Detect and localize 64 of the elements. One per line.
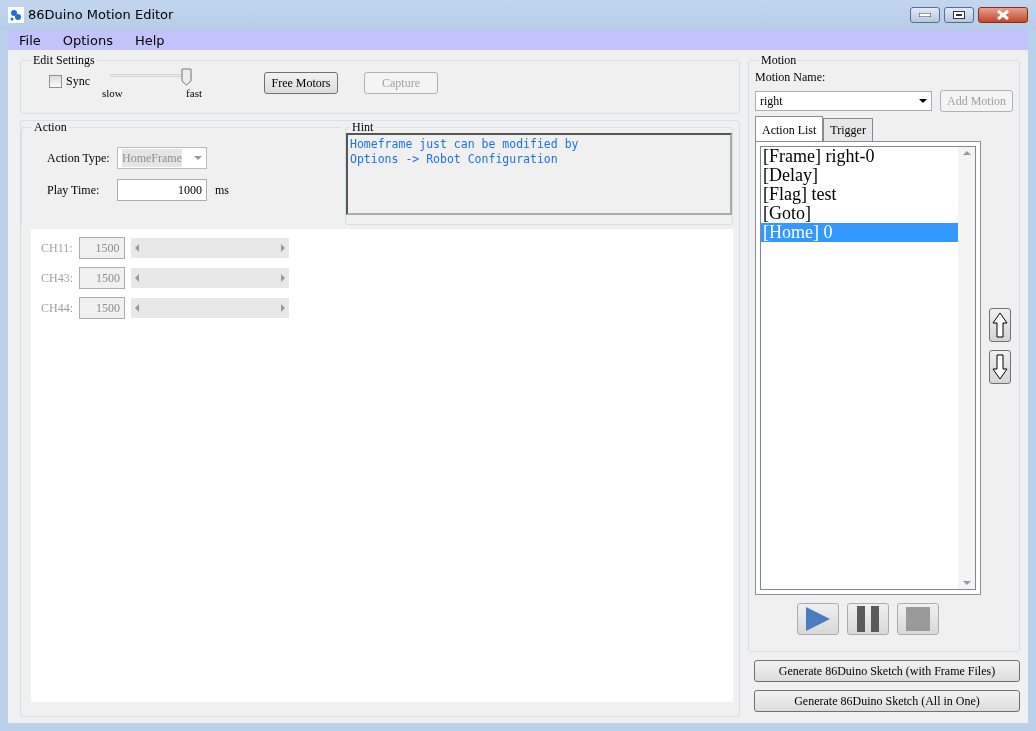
play-icon — [805, 606, 831, 632]
stop-button[interactable] — [897, 603, 939, 635]
generate-sketch-button[interactable]: Generate 86Duino Sketch (All in One) — [754, 690, 1020, 712]
motion-name-dropdown[interactable]: right — [755, 91, 932, 111]
dropdown-arrow-icon — [919, 99, 927, 103]
play-button[interactable] — [797, 603, 839, 635]
channel-label: CH11: — [41, 240, 73, 257]
scroll-left-icon — [134, 244, 139, 252]
group-title: Action — [33, 121, 68, 133]
play-time-field[interactable]: 1000 — [117, 179, 207, 201]
channel-label: CH43: — [41, 270, 73, 287]
menu-item[interactable]: Options — [51, 30, 124, 50]
app-logo-icon — [8, 7, 24, 23]
scroll-down-icon — [962, 581, 971, 585]
close-icon — [997, 10, 1009, 20]
move-up-button[interactable] — [989, 308, 1011, 342]
scroll-right-icon — [281, 274, 285, 282]
hint-text: Homeframe just can be modified by Options -> Robot Configuration — [346, 133, 732, 215]
action-list-item[interactable]: [Delay] — [761, 166, 958, 185]
free-motors-button[interactable]: Free Motors — [264, 72, 338, 94]
scroll-left-icon — [135, 304, 139, 312]
channel-scrollbar[interactable] — [131, 268, 289, 288]
scroll-up-icon — [962, 151, 971, 155]
maximize-button[interactable] — [944, 7, 974, 23]
list-scrollbar[interactable] — [958, 147, 975, 589]
group-title: Edit Settings — [32, 54, 96, 66]
action-list-item[interactable]: [Flag] test — [761, 185, 958, 204]
group-title: Hint — [351, 121, 375, 133]
channel-label: CH44: — [41, 300, 73, 317]
action-list-item[interactable]: [Goto] — [761, 204, 958, 223]
stop-icon — [906, 607, 930, 631]
close-button[interactable] — [978, 7, 1028, 23]
sync-checkbox[interactable] — [49, 74, 62, 88]
down-arrow-icon — [992, 354, 1008, 380]
fast-label: fast — [186, 88, 202, 99]
pause-button[interactable] — [847, 603, 889, 635]
action-type-label: Action Type: — [47, 150, 111, 167]
minimize-icon — [919, 13, 931, 17]
scroll-right-icon — [280, 244, 285, 252]
slow-label: slow — [102, 88, 123, 99]
scroll-left-icon — [135, 274, 139, 282]
maximize-icon — [953, 11, 965, 19]
group-title: Motion — [760, 54, 798, 66]
minimize-button[interactable] — [910, 7, 940, 23]
window-title: 86Duino Motion Editor — [28, 6, 174, 25]
action-list-item[interactable]: [Frame] right-0 — [761, 147, 958, 166]
move-down-button[interactable] — [989, 350, 1011, 384]
menu-item[interactable]: File — [8, 30, 52, 50]
dropdown-arrow-icon — [194, 156, 202, 160]
slider-thumb[interactable] — [181, 68, 192, 86]
scroll-right-icon — [281, 304, 285, 312]
play-time-label: Play Time: — [47, 182, 101, 199]
tab[interactable]: Action List — [755, 116, 824, 141]
generate-sketch-button[interactable]: Generate 86Duino Sketch (with Frame Files) — [754, 660, 1020, 682]
pause-icon — [856, 606, 880, 632]
sync-label: Sync — [66, 73, 90, 90]
speed-slider[interactable] — [110, 68, 192, 86]
menu-item[interactable]: Help — [123, 30, 176, 50]
up-arrow-icon — [992, 312, 1008, 338]
channel-scrollbar[interactable] — [130, 238, 289, 258]
unit-label: ms — [215, 182, 229, 199]
channel-scrollbar[interactable] — [131, 298, 289, 318]
motion-name-label: Motion Name: — [755, 69, 827, 86]
tab[interactable]: Trigger — [823, 118, 873, 141]
